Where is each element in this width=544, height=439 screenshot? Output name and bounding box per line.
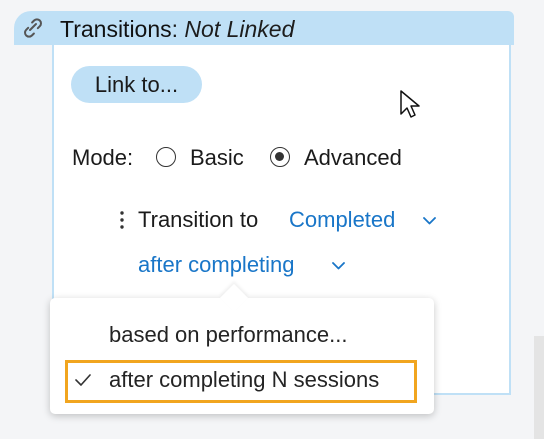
transition-to-label: Transition to [138,207,259,232]
vertical-scrollbar[interactable] [534,0,544,439]
drag-handle-icon[interactable] [118,208,126,232]
link-to-button[interactable]: Link to... [71,66,202,103]
transitions-title-label: Transitions [60,16,172,42]
dropdown-option-label[interactable]: after completing N sessions [109,355,379,405]
transition-target-dropdown[interactable]: Completed [289,205,395,235]
check-icon [75,374,91,386]
title-separator: : [171,16,185,42]
link-status: Not Linked [184,16,295,42]
scrollbar-thumb[interactable] [534,336,544,439]
advanced-mode-radio[interactable] [270,147,290,167]
advanced-mode-label[interactable]: Advanced [304,143,402,173]
dropdown-option-performance[interactable]: based on performance... [50,310,434,360]
chevron-down-icon[interactable] [332,262,345,270]
condition-dropdown[interactable]: after completing [138,250,295,280]
mouse-pointer-icon [400,90,420,118]
chevron-down-icon[interactable] [423,217,436,225]
condition-options-menu: based on performance... after completing… [50,283,434,414]
mode-label: Mode: [72,145,134,170]
transitions-title: Transitions: Not Linked [60,16,294,42]
link-icon[interactable] [22,18,44,38]
dropdown-option-sessions[interactable]: after completing N sessions [50,355,434,405]
basic-mode-radio[interactable] [156,147,176,167]
dropdown-option-label[interactable]: based on performance... [109,310,347,360]
basic-mode-label[interactable]: Basic [190,143,244,173]
transitions-header: Transitions: Not Linked [14,11,514,45]
